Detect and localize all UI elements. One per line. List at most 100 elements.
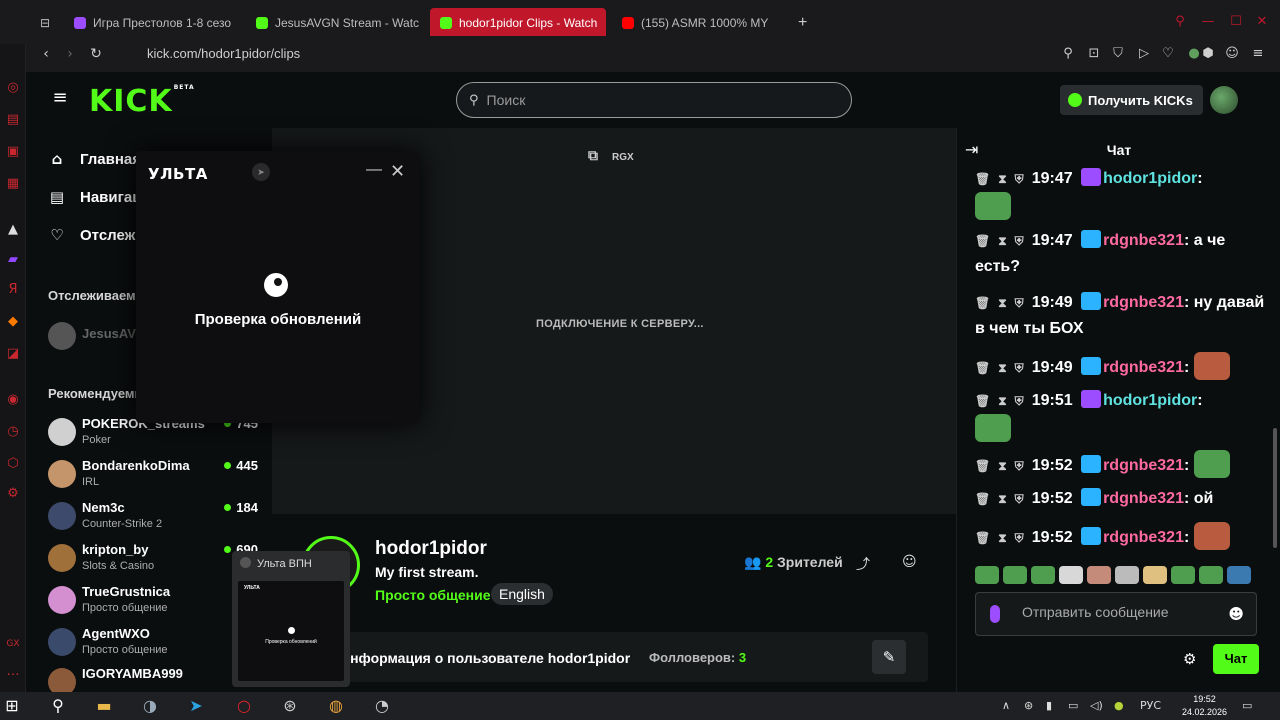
delete-icon[interactable]: 🗑 (975, 531, 990, 545)
user-avatar[interactable] (1210, 86, 1238, 114)
vpn-taskbar-icon[interactable]: ⊛ (280, 696, 300, 716)
heart-icon[interactable]: ♡ (1160, 46, 1176, 62)
emote-pepe-icon[interactable] (1171, 566, 1195, 584)
emote-pepe-icon[interactable] (1199, 566, 1223, 584)
delete-icon[interactable]: 🗑 (975, 492, 990, 506)
timeout-icon[interactable]: ⧗ (998, 394, 1006, 408)
shield-icon[interactable]: ⛉ (1110, 46, 1126, 62)
add-friend-icon[interactable]: ☺ (902, 554, 917, 570)
search-input[interactable] (486, 92, 807, 108)
sidebar-app-icon[interactable]: ▲ (5, 222, 21, 238)
ban-icon[interactable]: ⛨ (1015, 492, 1024, 506)
sidebar-app-icon[interactable]: ◆ (5, 314, 21, 330)
delete-icon[interactable]: 🗑 (975, 459, 990, 473)
history-icon[interactable]: ◷ (5, 424, 21, 440)
menu-icon[interactable]: ≡ (1250, 46, 1266, 62)
stream-language[interactable]: English (491, 583, 553, 605)
yandex-icon[interactable]: Я (5, 282, 21, 298)
stream-category[interactable]: Просто общение (375, 587, 491, 603)
timeout-icon[interactable]: ⧗ (998, 296, 1006, 310)
kick-logo[interactable]: KICKBETA (89, 84, 195, 119)
vpn-minimize-icon[interactable]: — (366, 161, 382, 179)
timeout-icon[interactable]: ⧗ (998, 172, 1006, 186)
delete-icon[interactable]: 🗑 (975, 394, 990, 408)
emote-pepe-icon[interactable] (1003, 566, 1027, 584)
timeout-icon[interactable]: ⧗ (998, 234, 1006, 248)
emote-icon[interactable] (1115, 566, 1139, 584)
delete-icon[interactable]: 🗑 (975, 361, 990, 375)
twitch-icon[interactable]: ▰ (5, 252, 21, 268)
search-tabs-icon[interactable]: ⚲ (1172, 14, 1188, 30)
chat-message-input[interactable] (1022, 604, 1222, 620)
tab-overview-icon[interactable]: ⊟ (30, 8, 60, 38)
delete-icon[interactable]: 🗑 (975, 296, 990, 310)
back-icon[interactable]: ‹ (38, 46, 54, 62)
chrome-icon[interactable]: ◍ (326, 696, 346, 716)
vpn-close-icon[interactable]: ✕ (390, 161, 405, 182)
emote-icon[interactable] (1227, 566, 1251, 584)
chat-input-box[interactable]: ☻ (975, 592, 1257, 636)
nav-home[interactable]: ⌂ Главная (48, 148, 141, 170)
ban-icon[interactable]: ⛨ (1015, 296, 1024, 310)
popout-icon[interactable]: ⧉ (588, 148, 598, 164)
emoji-icon[interactable]: ☻ (1228, 605, 1244, 623)
sidebar-app-icon[interactable]: ◉ (5, 392, 21, 408)
more-icon[interactable]: … (5, 664, 21, 680)
snapshot-icon[interactable]: ⊡ (1086, 46, 1102, 62)
opera-gx-icon[interactable]: ○ (234, 696, 254, 716)
message-user[interactable]: hodor1pidor (1103, 392, 1197, 409)
windows-start-icon[interactable]: ⊞ (2, 696, 22, 716)
tray-icon[interactable]: ⊛ (1024, 699, 1033, 712)
browser-tab-active[interactable]: hodor1pidor Clips - Watch (430, 8, 606, 38)
mic-icon[interactable] (990, 605, 1000, 623)
timeout-icon[interactable]: ⧗ (998, 459, 1006, 473)
new-tab-button[interactable]: + (788, 8, 816, 38)
maximize-icon[interactable]: ☐ (1228, 14, 1244, 30)
taskbar-clock[interactable]: 19:52 24.02.2026 (1182, 693, 1227, 719)
ban-icon[interactable]: ⛨ (1015, 172, 1024, 186)
steam-icon[interactable]: ◑ (140, 696, 160, 716)
telegram-icon[interactable]: ➤ (252, 163, 270, 181)
message-user[interactable]: rdgnbe321 (1103, 232, 1184, 249)
sidebar-app-icon[interactable]: ◎ (5, 80, 21, 96)
search-icon[interactable]: ⚲ (48, 696, 68, 716)
file-explorer-icon[interactable]: ▬ (94, 696, 114, 716)
timeout-icon[interactable]: ⧗ (998, 361, 1006, 375)
message-user[interactable]: rdgnbe321 (1103, 457, 1184, 474)
delete-icon[interactable]: 🗑 (975, 234, 990, 248)
chat-settings-icon[interactable]: ⚙ (1183, 650, 1196, 668)
recommended-channel[interactable]: Nem3c Counter-Strike 2 184 (48, 498, 272, 538)
ban-icon[interactable]: ⛨ (1015, 459, 1024, 473)
extensions-icon[interactable]: ⬢ (1200, 46, 1216, 62)
browser-tab[interactable]: Игра Престолов 1-8 сезо (64, 8, 240, 38)
message-user[interactable]: rdgnbe321 (1103, 529, 1184, 546)
emote-cat-icon[interactable] (1059, 566, 1083, 584)
minimize-icon[interactable]: — (1200, 14, 1216, 30)
sidebar-app-icon[interactable]: ▦ (5, 176, 21, 192)
language-indicator[interactable]: РУС (1140, 699, 1161, 712)
edit-button[interactable]: ✎ (872, 640, 906, 674)
account-icon[interactable]: ☺ (1224, 46, 1240, 62)
app-icon[interactable]: ◔ (372, 696, 392, 716)
message-user[interactable]: hodor1pidor (1103, 170, 1197, 187)
pin-icon[interactable]: ⚲ (1060, 46, 1076, 62)
message-user[interactable]: rdgnbe321 (1103, 294, 1184, 311)
emote-pepe-icon[interactable] (1031, 566, 1055, 584)
url-field[interactable]: kick.com/hodor1pidor/clips (147, 46, 300, 61)
chat-scrollbar[interactable] (1273, 428, 1277, 548)
ban-icon[interactable]: ⛨ (1015, 234, 1024, 248)
browser-tab[interactable]: JesusAVGN Stream - Watc (246, 8, 422, 38)
tray-arrow-icon[interactable]: ∧ (1002, 699, 1010, 712)
settings-icon[interactable]: ⚙ (5, 486, 21, 502)
emote-pepe-icon[interactable] (975, 566, 999, 584)
tray-app-icon[interactable]: ● (1114, 699, 1124, 712)
browser-tab[interactable]: (155) ASMR 1000% MY (612, 8, 782, 38)
timeout-icon[interactable]: ⧗ (998, 531, 1006, 545)
close-window-icon[interactable]: ✕ (1254, 14, 1270, 30)
message-user[interactable]: rdgnbe321 (1103, 359, 1184, 376)
forward-icon[interactable]: › (62, 46, 78, 62)
channel-name[interactable]: hodor1pidor (375, 538, 487, 560)
vpn-taskbar-preview[interactable]: Ульта ВПН УЛЬТА Проверка обновлений (232, 551, 350, 687)
sidebar-app-icon[interactable]: ▤ (5, 112, 21, 128)
mic-icon[interactable]: ▮ (1046, 699, 1052, 712)
